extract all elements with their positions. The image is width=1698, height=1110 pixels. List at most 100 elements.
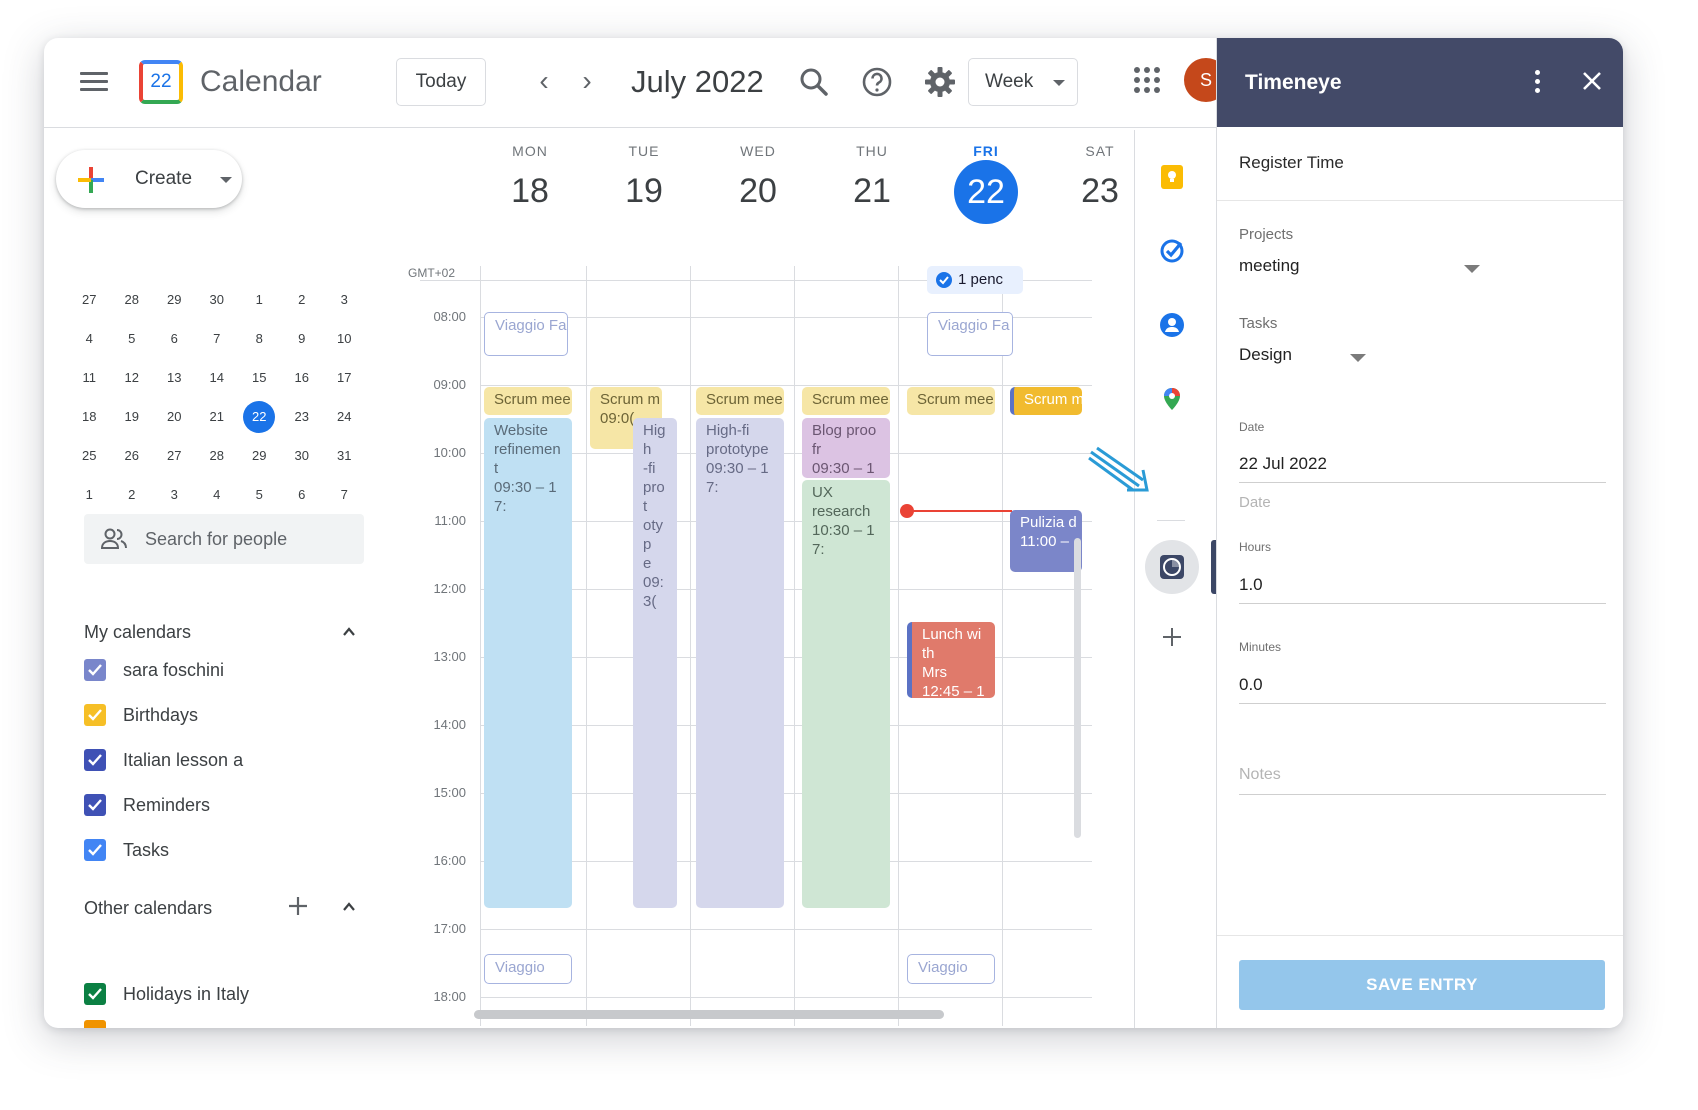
mini-calendar-day[interactable]: 12 <box>111 362 154 401</box>
event-viaggio[interactable]: Viaggio <box>907 954 995 984</box>
mini-calendar-day[interactable]: 28 <box>196 440 239 479</box>
mini-calendar-day[interactable]: 15 <box>238 362 281 401</box>
calendar-checkbox[interactable] <box>84 983 106 1005</box>
mini-calendar-day[interactable]: 3 <box>153 479 196 518</box>
mini-calendar-day[interactable]: 3 <box>323 284 366 323</box>
mini-calendar-day[interactable]: 10 <box>323 323 366 362</box>
caret-down-icon[interactable] <box>220 177 232 183</box>
main-menu-icon[interactable] <box>80 72 108 92</box>
mini-calendar-day[interactable]: 18 <box>68 401 111 440</box>
event-scrum-meeting[interactable]: Scrum mee <box>696 387 784 415</box>
maps-icon[interactable] <box>1159 386 1185 412</box>
day-header[interactable]: MON 18 <box>480 136 580 216</box>
calendar-item[interactable]: Holidays in Italy <box>84 976 384 1012</box>
chevron-up-icon[interactable] <box>342 900 356 914</box>
mini-calendar-day[interactable]: 27 <box>68 284 111 323</box>
event-blog-proofreading[interactable]: Blog proofr 09:30 – 10: <box>802 418 890 478</box>
mini-calendar-day[interactable]: 1 <box>68 479 111 518</box>
calendar-item[interactable]: Reminders <box>84 787 384 823</box>
mini-calendar-day[interactable]: 13 <box>153 362 196 401</box>
calendar-checkbox[interactable] <box>84 749 106 771</box>
timeneye-addon-button[interactable] <box>1145 540 1199 594</box>
tasks-select[interactable]: Design <box>1239 345 1292 365</box>
close-icon[interactable] <box>1581 70 1603 92</box>
mini-calendar-day[interactable]: 8 <box>238 323 281 362</box>
mini-calendar-day[interactable]: 14 <box>196 362 239 401</box>
pending-tasks-chip[interactable]: 1 penc <box>927 266 1023 294</box>
event-pulizia[interactable]: Pulizia d 11:00 – <box>1010 510 1082 572</box>
calendar-item[interactable]: Birthdays <box>84 697 384 733</box>
event-ux-research[interactable]: UX research 10:30 – 17: <box>802 480 890 908</box>
mini-calendar-day[interactable]: 24 <box>323 401 366 440</box>
mini-calendar-day[interactable]: 11 <box>68 362 111 401</box>
vertical-scrollbar[interactable] <box>1074 538 1081 838</box>
mini-calendar-day[interactable]: 25 <box>68 440 111 479</box>
event-website-refinement[interactable]: Website refinement 09:30 – 17: <box>484 418 572 908</box>
mini-calendar-day[interactable]: 4 <box>68 323 111 362</box>
save-entry-button[interactable]: SAVE ENTRY <box>1239 960 1605 1010</box>
keep-icon[interactable] <box>1159 164 1185 190</box>
mini-calendar-day[interactable]: 28 <box>111 284 154 323</box>
more-options-icon[interactable] <box>1535 70 1541 97</box>
event-viaggio[interactable]: Viaggio Fa 07:49, Faer <box>927 312 1013 356</box>
event-scrum-meeting[interactable]: Scrum mee <box>802 387 890 415</box>
contacts-icon[interactable] <box>1159 312 1185 338</box>
mini-calendar-day[interactable]: 1 <box>238 284 281 323</box>
today-button[interactable]: Today <box>396 58 486 106</box>
day-header[interactable]: WED 20 <box>708 136 808 216</box>
search-icon[interactable] <box>796 64 832 100</box>
chevron-up-icon[interactable] <box>342 625 356 639</box>
calendar-checkbox[interactable] <box>84 704 106 726</box>
mini-calendar-day[interactable]: 27 <box>153 440 196 479</box>
mini-calendar-day[interactable]: 29 <box>238 440 281 479</box>
chevron-left-icon[interactable]: ‹ <box>527 64 561 98</box>
day-header[interactable]: FRI 22 <box>936 136 1036 224</box>
calendar-item[interactable]: Italian lesson a <box>84 742 384 778</box>
caret-down-icon[interactable] <box>1464 265 1480 273</box>
mini-calendar-day[interactable]: 22 <box>238 401 281 440</box>
mini-calendar-day[interactable]: 19 <box>111 401 154 440</box>
date-input[interactable]: 22 Jul 2022 <box>1239 454 1327 474</box>
mini-calendar-day[interactable]: 16 <box>281 362 324 401</box>
event-scrum-meeting[interactable]: Scrum m <box>1010 387 1082 415</box>
horizontal-scrollbar[interactable] <box>474 1010 944 1019</box>
mini-calendar-day[interactable]: 23 <box>281 401 324 440</box>
event-high-fi-prototype[interactable]: High -fi prot otyp e 09:3( <box>633 418 677 908</box>
calendar-item[interactable]: Tasks <box>84 832 384 868</box>
mini-calendar-day[interactable]: 30 <box>281 440 324 479</box>
event-scrum-meeting[interactable]: Scrum mee <box>484 387 572 415</box>
help-icon[interactable] <box>859 64 895 100</box>
mini-calendar-day[interactable]: 2 <box>281 284 324 323</box>
event-viaggio[interactable]: Viaggio <box>484 954 572 984</box>
mini-calendar-day[interactable]: 6 <box>153 323 196 362</box>
event-high-fi-prototype[interactable]: High-fi prototype 09:30 – 17: <box>696 418 784 908</box>
mini-calendar-day[interactable]: 9 <box>281 323 324 362</box>
other-calendars-title[interactable]: Other calendars <box>84 896 212 920</box>
mini-calendar-day[interactable]: 26 <box>111 440 154 479</box>
mini-calendar-day[interactable]: 21 <box>196 401 239 440</box>
tasks-icon[interactable] <box>1159 238 1185 264</box>
caret-down-icon[interactable] <box>1350 354 1366 362</box>
event-lunch[interactable]: Lunch with Mrs 12:45 – 14: <box>907 622 995 698</box>
mini-calendar-day[interactable]: 2 <box>111 479 154 518</box>
mini-calendar-day[interactable]: 29 <box>153 284 196 323</box>
projects-select[interactable]: meeting <box>1239 256 1299 276</box>
my-calendars-title[interactable]: My calendars <box>84 620 191 644</box>
mini-calendar-day[interactable]: 7 <box>196 323 239 362</box>
mini-calendar-day[interactable]: 17 <box>323 362 366 401</box>
minutes-input[interactable]: 0.0 <box>1239 675 1263 695</box>
notes-input[interactable]: Notes <box>1239 766 1281 784</box>
hours-input[interactable]: 1.0 <box>1239 575 1263 595</box>
calendar-checkbox[interactable] <box>84 839 106 861</box>
calendar-checkbox[interactable] <box>84 794 106 816</box>
create-button[interactable]: Create <box>56 150 242 208</box>
search-people-input[interactable]: Search for people <box>84 514 364 564</box>
day-header[interactable]: TUE 19 <box>594 136 694 216</box>
mini-calendar-day[interactable]: 31 <box>323 440 366 479</box>
mini-calendar-day[interactable]: 5 <box>111 323 154 362</box>
mini-calendar-day[interactable]: 4 <box>196 479 239 518</box>
calendar-checkbox[interactable] <box>84 659 106 681</box>
mini-calendar-day[interactable]: 7 <box>323 479 366 518</box>
calendar-item[interactable]: Holidays in United Kingdom <box>84 1021 384 1028</box>
mini-calendar-day[interactable]: 6 <box>281 479 324 518</box>
